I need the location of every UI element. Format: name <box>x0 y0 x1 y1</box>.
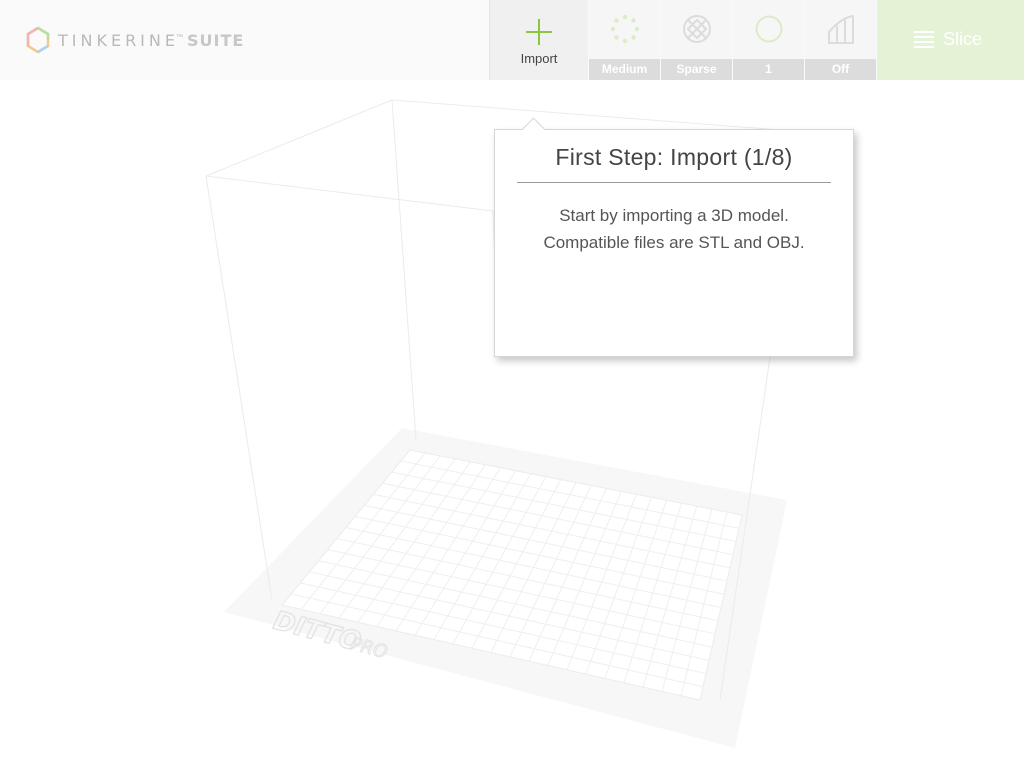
infill-value: Sparse <box>661 59 732 80</box>
tooltip-title: First Step: Import (1/8) <box>555 144 793 170</box>
tutorial-tooltip: First Step: Import (1/8) Start by import… <box>494 117 854 357</box>
brand-name: TINKERINE <box>58 30 179 50</box>
quality-setting-button[interactable]: Medium <box>589 0 660 80</box>
tooltip-line-2: Compatible files are STL and OBJ. <box>543 233 805 252</box>
slice-label: Slice <box>943 29 983 49</box>
infill-setting-button[interactable]: Sparse <box>661 0 732 80</box>
quality-dots-icon <box>610 14 640 44</box>
tooltip-divider <box>517 182 831 183</box>
brand-trademark: ™ <box>175 33 183 41</box>
brand-suite: SUITE <box>186 30 245 50</box>
slice-button[interactable]: Slice <box>877 0 1024 80</box>
support-icon <box>828 14 854 44</box>
support-setting-button[interactable]: Off <box>805 0 876 80</box>
tooltip-line-1: Start by importing a 3D model. <box>559 206 789 225</box>
plus-icon <box>526 19 552 45</box>
tinkerine-hexagon-icon <box>26 26 50 54</box>
shells-setting-button[interactable]: 1 <box>733 0 804 80</box>
shells-circle-icon <box>755 15 783 43</box>
top-toolbar: TINKERINE ™ SUITE Import Medium Sparse 1… <box>0 0 1024 80</box>
brand-logo: TINKERINE ™ SUITE <box>26 26 244 54</box>
shells-value: 1 <box>733 59 804 80</box>
quality-value: Medium <box>589 59 660 80</box>
infill-icon <box>683 15 711 43</box>
import-label: Import <box>520 51 558 66</box>
tooltip-body: Start by importing a 3D model. Compatibl… <box>495 202 853 256</box>
slice-lines-icon <box>914 31 934 48</box>
import-button[interactable]: Import <box>489 0 588 80</box>
support-value: Off <box>805 59 876 80</box>
